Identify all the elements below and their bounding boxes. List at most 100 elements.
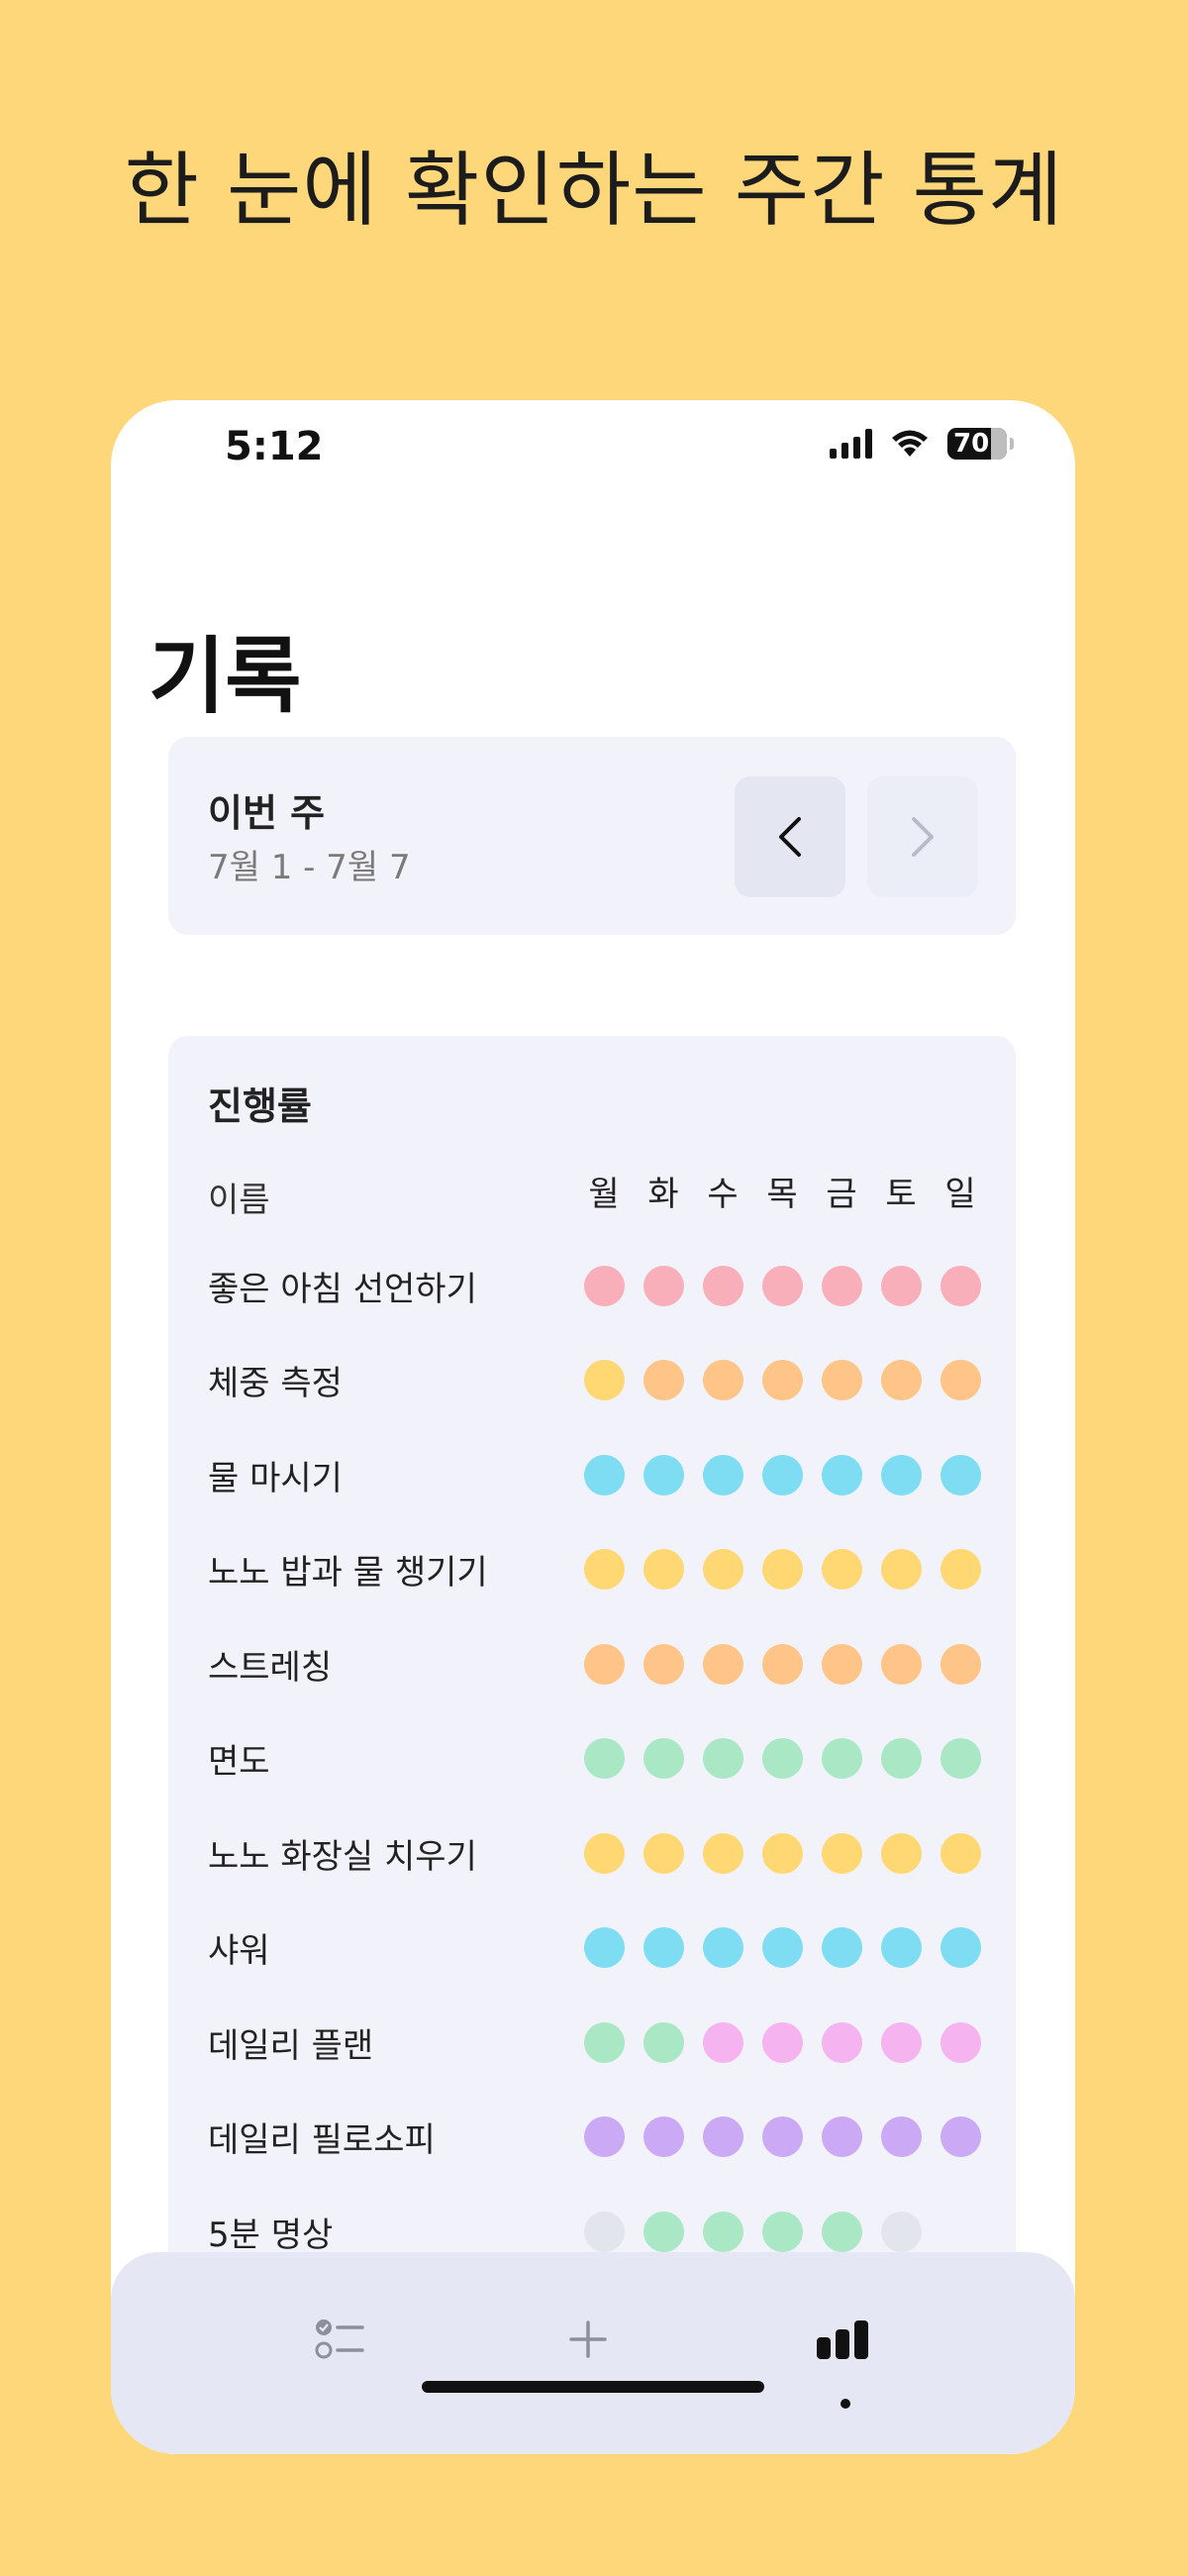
habit-name: 체중 측정 (208, 1364, 343, 1403)
previous-week-button[interactable] (735, 776, 845, 897)
day-status-dot (702, 1360, 743, 1400)
habit-row[interactable]: 물 마시기 (208, 1445, 1000, 1504)
habit-day-dots (574, 1832, 990, 1874)
day-status-dot (940, 1643, 981, 1685)
habit-day-dots (574, 1360, 990, 1400)
day-status-dot (761, 2116, 803, 2157)
habit-name: 5분 명상 (208, 2215, 334, 2255)
checklist-icon (315, 2319, 364, 2359)
habit-row[interactable]: 샤워 (208, 1918, 1000, 1978)
day-status-dot (583, 1454, 625, 1495)
day-status-dot (583, 2021, 625, 2063)
day-status-dot (702, 1549, 743, 1590)
day-status-dot (880, 1360, 922, 1400)
day-status-dot (643, 1738, 684, 1779)
day-status-dot (583, 1643, 625, 1685)
battery-icon: 70 (947, 428, 1007, 460)
habit-day-dots (574, 1738, 990, 1779)
habit-row[interactable]: 노노 밥과 물 챙기기 (208, 1540, 1000, 1599)
day-status-dot (643, 2021, 684, 2063)
cellular-signal-icon (830, 429, 872, 459)
habit-row[interactable]: 데일리 필로소피 (208, 2108, 1000, 2167)
habit-day-dots (574, 2021, 990, 2063)
habit-row[interactable]: 데일리 플랜 (208, 2012, 1000, 2072)
tab-stats[interactable] (814, 2310, 873, 2369)
tab-add[interactable] (558, 2310, 618, 2369)
day-status-dot (583, 2116, 625, 2157)
day-header: 월 (588, 1175, 620, 1214)
day-status-dot (821, 1832, 862, 1874)
phone-screen: 5:12 70 기록 이번 주 7월 1 - 7월 7 진행률 이름 월 화 수… (111, 400, 1075, 2454)
habit-name: 데일리 필로소피 (208, 2120, 436, 2160)
day-status-dot (821, 1643, 862, 1685)
day-status-dot (880, 1549, 922, 1590)
day-status-dot (702, 1454, 743, 1495)
habit-day-dots (574, 1643, 990, 1685)
day-status-dot (583, 1265, 625, 1306)
day-status-dot (583, 1738, 625, 1779)
day-status-dot (643, 1832, 684, 1874)
habit-name: 샤워 (208, 1931, 270, 1971)
day-status-dot (702, 2116, 743, 2157)
habit-name: 물 마시기 (208, 1458, 343, 1498)
home-indicator (422, 2381, 764, 2393)
day-status-dot (821, 1549, 862, 1590)
day-status-dot (583, 1360, 625, 1400)
day-status-dot (880, 2021, 922, 2063)
chevron-left-icon (779, 817, 801, 857)
day-status-dot (880, 1927, 922, 1968)
wifi-icon (892, 430, 928, 457)
progress-card: 진행률 이름 월화수목금토일 좋은 아침 선언하기 체중 측정 물 마시기 노노 밥과… (168, 1036, 1016, 2454)
day-status-dot (821, 1454, 862, 1495)
day-status-dot (940, 2021, 981, 2063)
day-status-dot (880, 2211, 922, 2252)
day-status-dot (702, 1643, 743, 1685)
habit-day-dots (574, 1454, 990, 1495)
habit-row[interactable]: 노노 화장실 치우기 (208, 1823, 1000, 1883)
battery-level: 70 (953, 429, 990, 459)
habit-day-dots (574, 1927, 990, 1968)
week-range: 7월 1 - 7월 7 (208, 848, 411, 887)
tab-bar (111, 2252, 1075, 2454)
day-status-dot (940, 1549, 981, 1590)
habit-row[interactable]: 면도 (208, 1729, 1000, 1789)
day-header: 일 (944, 1175, 976, 1214)
day-status-dot (761, 2211, 803, 2252)
day-status-dot (761, 1738, 803, 1779)
day-status-dot (643, 2116, 684, 2157)
habit-name: 노노 화장실 치우기 (208, 1836, 477, 1877)
day-status-dot (643, 1360, 684, 1400)
day-status-dot (583, 1832, 625, 1874)
habit-row[interactable]: 스트레칭 (208, 1634, 1000, 1694)
habit-day-dots (574, 2211, 990, 2252)
day-status-dot (821, 1360, 862, 1400)
habit-name: 면도 (208, 1742, 270, 1782)
day-status-dot (761, 1454, 803, 1495)
day-status-dot (583, 1549, 625, 1590)
day-status-dot (940, 1738, 981, 1779)
habit-day-dots (574, 1265, 990, 1306)
day-status-dot (761, 1360, 803, 1400)
chevron-right-icon (912, 817, 934, 857)
promo-headline: 한 눈에 확인하는 주간 통계 (124, 144, 1064, 238)
day-status-dot (761, 1549, 803, 1590)
habit-name: 좋은 아침 선언하기 (208, 1269, 477, 1309)
day-status-dot (821, 1927, 862, 1968)
next-week-button[interactable] (867, 776, 978, 897)
day-status-dot (702, 2211, 743, 2252)
habit-row[interactable]: 체중 측정 (208, 1351, 1000, 1410)
name-column-header: 이름 (208, 1181, 270, 1220)
day-status-dot (880, 1265, 922, 1306)
day-status-dot (940, 2212, 981, 2252)
day-status-dot (821, 1738, 862, 1779)
day-status-dot (940, 1927, 981, 1968)
day-header: 수 (707, 1175, 739, 1214)
tab-checklist[interactable] (311, 2310, 370, 2369)
plus-icon (569, 2320, 607, 2358)
habit-row[interactable]: 좋은 아침 선언하기 (208, 1256, 1000, 1315)
day-status-dot (880, 2116, 922, 2157)
page-title: 기록 (148, 628, 302, 725)
stats-bar-chart-icon (817, 2320, 868, 2359)
day-header: 토 (885, 1175, 917, 1214)
day-status-dot (880, 1738, 922, 1779)
